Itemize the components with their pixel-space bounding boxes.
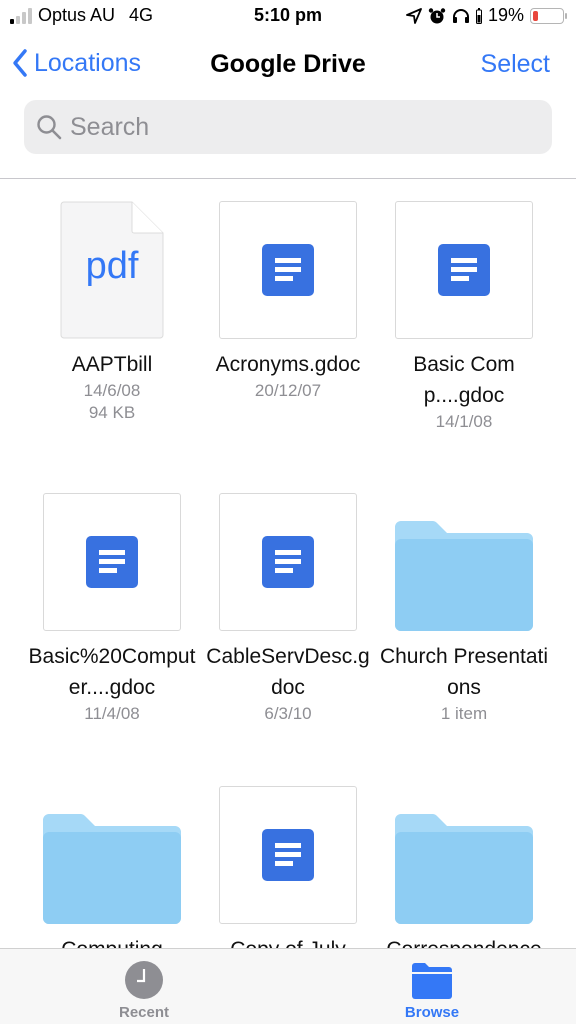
folder-item-church-presentations[interactable]: Church Presentations 1 item [376, 493, 552, 725]
file-name: Basic%20Computer....gdoc [28, 645, 196, 699]
pdf-file-icon: pdf [60, 201, 164, 339]
tab-label: Browse [404, 1004, 460, 1021]
tab-bar: Recent Browse [0, 948, 576, 1024]
folder-item-correspondence[interactable]: Correspondence [376, 786, 552, 948]
status-bar: Optus AU 4G 5:10 pm 19% [0, 0, 576, 34]
file-item-copy-of-july[interactable]: Copy of July [200, 786, 376, 948]
file-item-basic-computer[interactable]: Basic%20Computer....gdoc 11/4/08 [24, 493, 200, 725]
folder-item-count: 1 item [440, 704, 488, 723]
headphones-icon [452, 8, 469, 23]
alarm-icon [428, 7, 446, 23]
google-docs-icon [438, 244, 490, 296]
pdf-label: pdf [85, 245, 139, 287]
file-date: 6/3/10 [264, 704, 312, 723]
gdoc-thumbnail [219, 786, 357, 924]
location-arrow-icon [406, 7, 422, 24]
folder-item-computing[interactable]: Computing [24, 786, 200, 948]
google-docs-icon [86, 536, 138, 588]
file-size: 94 KB [88, 403, 136, 422]
search-input[interactable] [70, 112, 520, 142]
file-name: AAPTbill [71, 353, 153, 376]
battery-icon [530, 7, 567, 24]
file-name: CableServDesc.gdoc [206, 645, 370, 699]
navigation-bar: Locations Google Drive Select [0, 40, 576, 90]
clock-icon [125, 961, 163, 999]
file-grid: pdf AAPTbill 14/6/08 94 KB Acronyms.gdoc… [0, 180, 576, 948]
google-docs-icon [262, 536, 314, 588]
file-date: 11/4/08 [84, 704, 140, 723]
folder-icon [395, 786, 533, 924]
file-name: Acronyms.gdoc [215, 353, 361, 376]
headphone-battery-icon [475, 7, 482, 24]
tab-label: Recent [118, 1004, 170, 1021]
battery-level [533, 10, 539, 21]
battery-percentage: 19% [487, 5, 524, 25]
google-docs-icon [262, 829, 314, 881]
back-button[interactable]: Locations [12, 48, 141, 78]
file-item-basic-comp[interactable]: Basic Comp....gdoc 14/1/08 [376, 201, 552, 433]
gdoc-thumbnail [395, 201, 533, 339]
file-name: Basic Comp....gdoc [413, 353, 515, 407]
gdoc-thumbnail [219, 201, 357, 339]
file-date: 14/6/08 [83, 381, 141, 400]
select-button[interactable]: Select [481, 50, 550, 79]
folder-name: Computing [24, 934, 200, 948]
file-item-aaptbill[interactable]: pdf AAPTbill 14/6/08 94 KB [24, 201, 200, 424]
gdoc-thumbnail [43, 493, 181, 631]
file-date: 20/12/07 [254, 381, 322, 400]
gdoc-thumbnail [219, 493, 357, 631]
file-date: 14/1/08 [435, 412, 493, 431]
chevron-left-icon [13, 49, 27, 77]
tab-browse[interactable]: Browse [288, 949, 576, 1024]
google-docs-icon [262, 244, 314, 296]
file-item-cableservdesc[interactable]: CableServDesc.gdoc 6/3/10 [200, 493, 376, 725]
folder-name: Correspondence [376, 934, 552, 948]
file-name: Copy of July [200, 934, 376, 948]
file-item-acronyms[interactable]: Acronyms.gdoc 20/12/07 [200, 201, 376, 402]
divider [0, 178, 576, 179]
folder-icon [412, 963, 452, 999]
search-icon [37, 115, 62, 140]
back-button-label: Locations [34, 48, 142, 77]
folder-icon [43, 786, 181, 924]
folder-icon [395, 493, 533, 631]
search-bar[interactable] [24, 100, 552, 154]
tab-recent[interactable]: Recent [0, 949, 288, 1024]
folder-name: Church Presentations [379, 645, 549, 699]
